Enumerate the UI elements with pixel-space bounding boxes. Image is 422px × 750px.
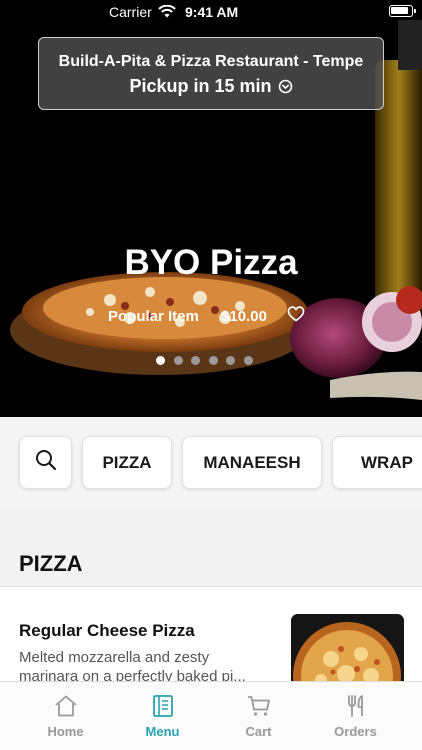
hero-banner[interactable]: Carrier 9:41 AM Build-A-Pita & Pizza Res… (0, 0, 422, 417)
featured-item-meta: Popular Item $10.00 (108, 306, 305, 326)
battery-icon (389, 5, 416, 17)
status-bar: Carrier 9:41 AM (0, 0, 422, 24)
carousel-dot[interactable] (226, 356, 235, 365)
popular-badge: Popular Item (108, 307, 199, 325)
restaurant-name: Build-A-Pita & Pizza Restaurant - Tempe (58, 53, 364, 70)
tab-home-label: Home (47, 724, 84, 739)
featured-item-title: BYO Pizza (124, 243, 298, 282)
featured-price: $10.00 (221, 307, 267, 325)
tab-home[interactable]: Home (13, 682, 118, 750)
section-title: PIZZA (19, 551, 83, 576)
category-chip-manaeesh[interactable]: MANAEESH (182, 436, 322, 489)
cart-icon (206, 694, 311, 721)
wifi-icon (158, 4, 176, 21)
carousel-dot[interactable] (208, 356, 218, 365)
app-screen: Carrier 9:41 AM Build-A-Pita & Pizza Res… (0, 0, 422, 750)
category-chip-bar[interactable]: PIZZA MANAEESH WRAP (0, 417, 422, 507)
category-chip-wrap[interactable]: WRAP (332, 436, 422, 489)
pickup-location-selector[interactable]: Build-A-Pita & Pizza Restaurant - Tempe … (38, 37, 384, 110)
pickup-time[interactable]: Pickup in 15 min (39, 76, 383, 99)
home-icon (13, 694, 118, 721)
tab-bar: Home Menu Cart Orders (0, 681, 422, 750)
carousel-dot[interactable] (156, 356, 165, 365)
chevron-down-circle-icon (278, 78, 293, 99)
carousel-dot[interactable] (173, 356, 183, 365)
tab-menu-label: Menu (145, 724, 180, 739)
carousel-indicator[interactable] (156, 352, 261, 370)
menu-item-image (291, 614, 404, 687)
menu-item-card[interactable]: Regular Cheese Pizza Melted mozzarella a… (0, 587, 422, 687)
tab-orders[interactable]: Orders (303, 682, 408, 750)
carousel-dot[interactable] (191, 356, 200, 365)
category-chip-pizza[interactable]: PIZZA (82, 436, 172, 489)
tab-cart[interactable]: Cart (206, 682, 311, 750)
search-icon (34, 448, 58, 477)
tab-cart-label: Cart (245, 724, 272, 739)
clock: 9:41 AM (185, 4, 239, 20)
search-button[interactable] (19, 436, 72, 489)
orders-icon (303, 694, 408, 721)
menu-icon (110, 694, 215, 721)
carrier-label: Carrier (109, 4, 152, 20)
pickup-time-label: Pickup in 15 min (129, 76, 272, 96)
carousel-dot[interactable] (243, 356, 253, 365)
tab-menu[interactable]: Menu (110, 682, 215, 750)
heart-icon[interactable] (287, 306, 305, 326)
tab-orders-label: Orders (334, 724, 377, 739)
menu-item-name: Regular Cheese Pizza (19, 621, 195, 640)
